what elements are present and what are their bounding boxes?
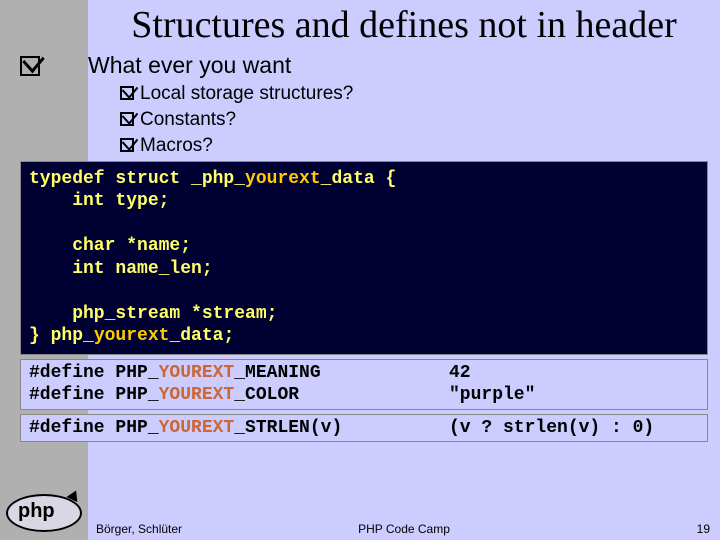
bullet-text: What ever you want — [88, 52, 291, 79]
bullet-text: Constants? — [140, 109, 236, 131]
code-text: _data { — [321, 169, 397, 189]
sub-bullet: Local storage structures? — [120, 83, 710, 105]
bullet-main: What ever you want — [20, 52, 710, 79]
def-highlight: YOUREXT — [159, 363, 235, 383]
def-text: _MEANING — [234, 363, 320, 383]
code-text: } php_ — [29, 326, 94, 346]
bullet-text: Local storage structures? — [140, 83, 353, 105]
code-text: int type; — [29, 191, 169, 211]
footer-page-number: 19 — [697, 522, 710, 536]
sub-bullet: Constants? — [120, 109, 710, 131]
def-text: #define PHP_ — [29, 418, 159, 438]
code-text: typedef struct _php_ — [29, 169, 245, 189]
code-highlight: yourext — [245, 169, 321, 189]
check-icon — [120, 138, 134, 152]
def-highlight: YOUREXT — [159, 418, 235, 438]
bullet-text: Macros? — [140, 135, 213, 157]
code-block: typedef struct _php_yourext_data { int t… — [20, 161, 708, 355]
def-text: _STRLEN(v) — [234, 418, 342, 438]
code-text: php_stream *stream; — [29, 304, 277, 324]
sub-bullet-list: Local storage structures? Constants? Mac… — [120, 83, 710, 157]
logo-text: php — [18, 500, 55, 523]
page-title: Structures and defines not in header — [88, 0, 720, 52]
def-highlight: YOUREXT — [159, 385, 235, 405]
code-text: char *name; — [29, 236, 191, 256]
check-icon — [120, 86, 134, 100]
def-text: _COLOR — [234, 385, 299, 405]
define-block: #define PHP_YOUREXT_STRLEN(v) (v ? strlen… — [20, 414, 708, 443]
code-text: int name_len; — [29, 259, 213, 279]
code-highlight: yourext — [94, 326, 170, 346]
def-text: #define PHP_ — [29, 385, 159, 405]
def-value: "purple" — [449, 385, 535, 405]
define-block: #define PHP_YOUREXT_MEANING #define PHP_… — [20, 359, 708, 410]
sub-bullet: Macros? — [120, 135, 710, 157]
check-icon — [120, 112, 134, 126]
check-icon — [20, 56, 40, 76]
php-logo: php — [6, 488, 82, 532]
code-text: _data; — [169, 326, 234, 346]
slide: Structures and defines not in header Wha… — [0, 0, 720, 540]
def-value: 42 — [449, 363, 471, 383]
footer-title: PHP Code Camp — [88, 522, 720, 536]
footer: Börger, Schlüter PHP Code Camp 19 — [88, 518, 720, 540]
content-area: Structures and defines not in header Wha… — [88, 0, 720, 540]
def-value: (v ? strlen(v) : 0) — [449, 418, 654, 438]
body: What ever you want Local storage structu… — [88, 52, 720, 443]
def-text: #define PHP_ — [29, 363, 159, 383]
